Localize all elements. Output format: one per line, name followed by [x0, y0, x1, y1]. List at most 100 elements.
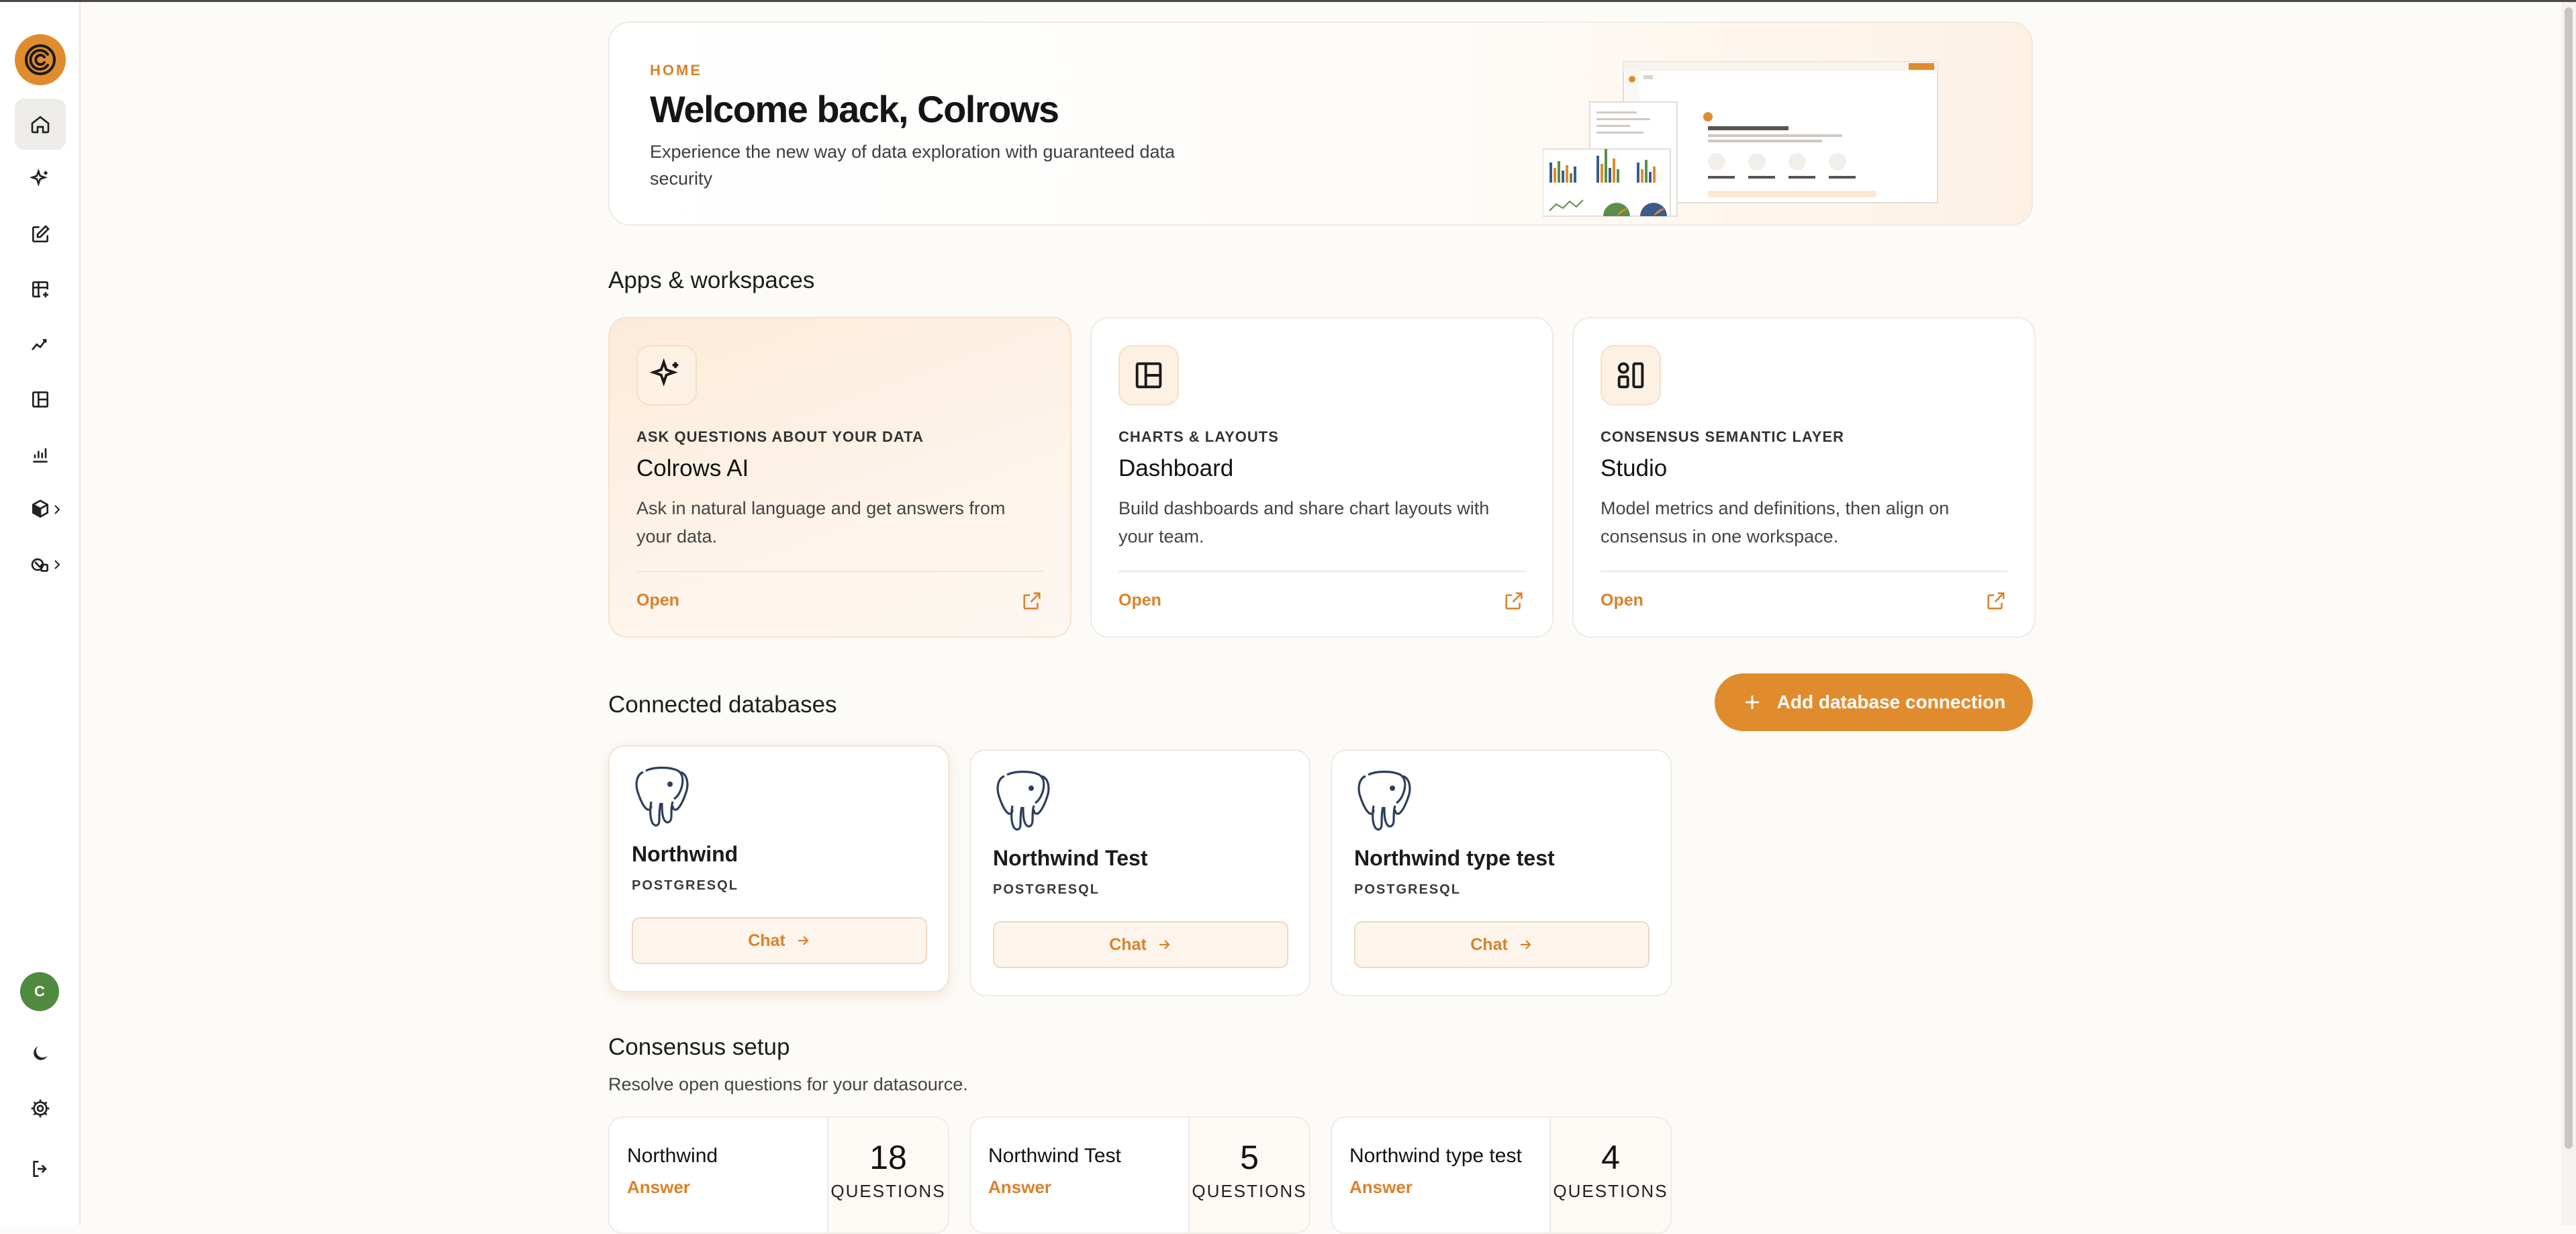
sidebar-item-ai[interactable] — [15, 154, 66, 205]
apps-section-title: Apps & workspaces — [608, 267, 815, 293]
add-database-connection-button[interactable]: Add database connection — [1715, 673, 2033, 731]
consensus-count-panel: 5 QUESTIONS — [1188, 1118, 1309, 1233]
user-avatar[interactable]: C — [20, 972, 59, 1011]
app-kicker: CHARTS & LAYOUTS — [1118, 428, 1279, 445]
database-chat-button[interactable]: Chat — [1354, 921, 1650, 968]
sidebar-item-charts[interactable] — [15, 429, 66, 480]
consensus-card-info: Northwind Test Answer — [971, 1118, 1191, 1233]
sidebar-item-trends[interactable] — [15, 319, 66, 370]
sidebar-item-dashboard[interactable] — [15, 374, 66, 425]
chevron-right-icon — [54, 505, 60, 514]
settings-button[interactable] — [15, 1083, 66, 1134]
open-questions-count: 5 — [1240, 1139, 1259, 1176]
chat-label: Chat — [748, 931, 785, 950]
trend-line-icon — [31, 339, 47, 350]
studio-icon — [1617, 362, 1644, 389]
card-divider — [1601, 571, 2007, 572]
bar-chart-icon — [33, 448, 48, 463]
consensus-datasource-name: Northwind — [627, 1145, 718, 1167]
consensus-section-title: Consensus setup — [608, 1034, 790, 1060]
open-colrows-ai-link[interactable]: Open — [636, 591, 679, 610]
app-card-dashboard[interactable]: CHARTS & LAYOUTS Dashboard Build dashboa… — [1090, 317, 1554, 638]
consensus-datasource-name: Northwind type test — [1349, 1145, 1522, 1167]
database-name: Northwind type test — [1354, 846, 1555, 870]
database-card-northwind-type-test[interactable]: Northwind type test POSTGRESQL Chat — [1331, 749, 1672, 996]
database-name: Northwind Test — [993, 846, 1148, 870]
chat-label: Chat — [1470, 935, 1508, 954]
page-scrollbar[interactable] — [2561, 2, 2576, 1225]
app-name: Studio — [1601, 455, 1668, 481]
window-top-border — [0, 0, 2576, 2]
database-chat-button[interactable]: Chat — [993, 921, 1288, 968]
external-link-icon[interactable] — [1985, 589, 2007, 612]
data-group-icon — [31, 558, 48, 572]
database-type: POSTGRESQL — [632, 878, 738, 893]
consensus-subtitle: Resolve open questions for your datasour… — [608, 1074, 968, 1094]
logout-button[interactable] — [15, 1143, 66, 1194]
database-type: POSTGRESQL — [993, 882, 1100, 897]
app-name: Colrows AI — [636, 455, 749, 481]
theme-toggle[interactable] — [15, 1028, 66, 1079]
app-description: Ask in natural language and get answers … — [636, 498, 1006, 547]
consensus-answer-link[interactable]: Answer — [988, 1177, 1051, 1198]
chevron-right-icon — [54, 560, 60, 569]
plus-icon — [1745, 696, 1759, 709]
database-type: POSTGRESQL — [1354, 882, 1461, 897]
sidebar-item-home[interactable] — [15, 99, 66, 150]
sparkle-icon — [649, 358, 679, 387]
gear-icon — [31, 1099, 50, 1118]
scrollbar-thumb[interactable] — [2565, 7, 2573, 1149]
home-icon — [31, 115, 50, 134]
questions-label: QUESTIONS — [1553, 1181, 1668, 1201]
consensus-answer-link[interactable]: Answer — [1349, 1177, 1413, 1198]
product-preview-illustration — [1543, 61, 1938, 217]
sidebar-item-datasources[interactable] — [15, 539, 66, 590]
external-link-icon[interactable] — [1502, 589, 1525, 612]
colrows-logo-icon[interactable] — [15, 34, 66, 85]
add-database-label: Add database connection — [1776, 692, 2006, 712]
sidebar-item-models[interactable] — [15, 484, 66, 535]
arrow-right-icon — [1520, 940, 1531, 949]
postgresql-elephant-icon — [1357, 770, 1411, 831]
welcome-hero: HOME Welcome back, Colrows Experience th… — [608, 21, 2033, 226]
consensus-card-northwind[interactable]: Northwind Answer 18 QUESTIONS — [608, 1117, 949, 1234]
app-card-studio[interactable]: CONSENSUS SEMANTIC LAYER Studio Model me… — [1572, 317, 2036, 638]
app-card-colrows-ai[interactable]: ASK QUESTIONS ABOUT YOUR DATA Colrows AI… — [608, 317, 1071, 638]
database-card-northwind[interactable]: Northwind POSTGRESQL Chat — [608, 745, 949, 992]
table-add-icon — [32, 281, 48, 297]
arrow-right-icon — [798, 936, 809, 945]
sidebar-item-editor[interactable] — [15, 209, 66, 260]
arrow-right-icon — [1159, 940, 1170, 949]
consensus-card-northwind-test[interactable]: Northwind Test Answer 5 QUESTIONS — [969, 1117, 1310, 1234]
hero-kicker: HOME — [650, 62, 702, 79]
open-questions-count: 18 — [869, 1139, 907, 1176]
hero-subtitle: Experience the new way of data explorati… — [650, 142, 1176, 189]
open-dashboard-link[interactable]: Open — [1118, 591, 1161, 610]
app-kicker: ASK QUESTIONS ABOUT YOUR DATA — [636, 428, 924, 445]
sparkle-icon — [30, 169, 48, 187]
edit-icon — [32, 225, 50, 242]
colrows-logo-glyph — [25, 44, 56, 75]
postgresql-elephant-icon — [996, 770, 1050, 831]
consensus-datasource-name: Northwind Test — [988, 1145, 1121, 1167]
sidebar: C — [0, 2, 81, 1225]
open-questions-count: 4 — [1601, 1139, 1620, 1176]
consensus-count-panel: 4 QUESTIONS — [1549, 1118, 1670, 1233]
sidebar-item-tables[interactable] — [15, 264, 66, 315]
consensus-card-northwind-type-test[interactable]: Northwind type test Answer 4 QUESTIONS — [1331, 1117, 1672, 1234]
database-chat-button[interactable]: Chat — [632, 917, 927, 964]
app-icon-box — [1118, 345, 1179, 406]
card-divider — [636, 571, 1043, 572]
layout-icon — [1135, 362, 1162, 389]
card-divider — [1118, 571, 1525, 572]
open-studio-link[interactable]: Open — [1601, 591, 1643, 610]
database-card-northwind-test[interactable]: Northwind Test POSTGRESQL Chat — [969, 749, 1310, 996]
consensus-count-panel: 18 QUESTIONS — [827, 1118, 948, 1233]
consensus-card-info: Northwind type test Answer — [1332, 1118, 1552, 1233]
consensus-answer-link[interactable]: Answer — [627, 1177, 690, 1198]
external-link-icon[interactable] — [1020, 589, 1043, 612]
consensus-card-info: Northwind Answer — [610, 1118, 830, 1233]
questions-label: QUESTIONS — [1192, 1181, 1307, 1201]
app-description: Model metrics and definitions, then alig… — [1601, 498, 1950, 547]
logout-icon — [33, 1161, 47, 1177]
